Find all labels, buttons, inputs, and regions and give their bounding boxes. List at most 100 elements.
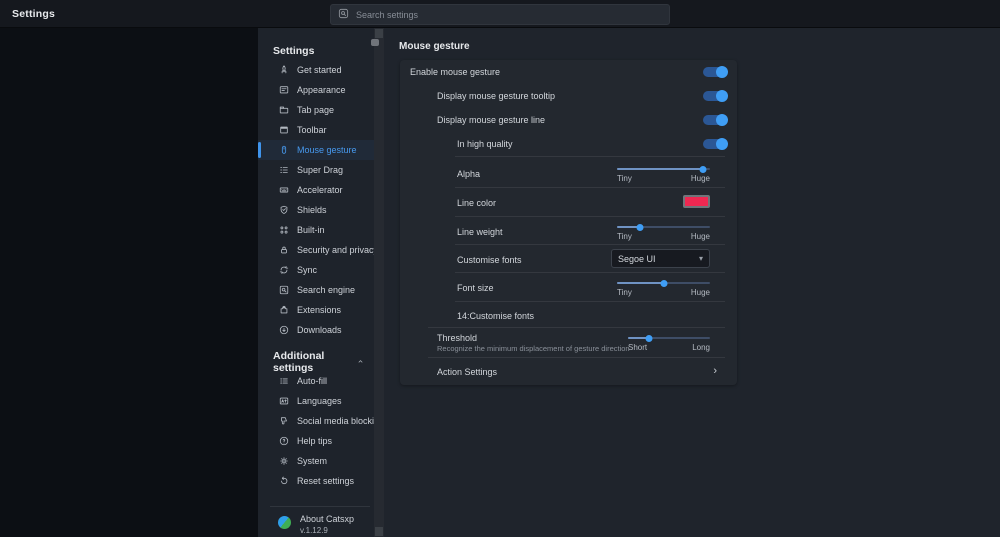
sidebar-item-label: Sync [297,265,317,275]
font-select[interactable]: Segoe UI ▾ [611,249,710,268]
line-weight-slider[interactable]: Tiny Huge [617,226,710,241]
alpha-row: Alpha Tiny Huge [400,157,737,188]
sidebar-item-security-and-privacy[interactable]: Security and privacy [258,240,374,260]
sidebar-scrollbar[interactable] [374,28,384,537]
enable-mouse-gesture-toggle[interactable] [703,67,727,77]
setting-label: Enable mouse gesture [410,67,500,77]
sidebar-item-downloads[interactable]: Downloads [258,320,374,340]
sidebar-item-label: Shields [297,205,327,215]
threshold-slider[interactable]: Short Long [628,337,710,352]
languages-icon [279,396,289,406]
gesture-line-row: Display mouse gesture line [400,108,737,132]
search-square-icon [279,285,289,295]
sidebar-item-accelerator[interactable]: Accelerator [258,180,374,200]
toggle-knob [716,114,728,126]
gear-icon [279,456,289,466]
sidebar-item-label: Get started [297,65,342,75]
slider-thumb[interactable] [660,280,667,287]
sidebar-item-auto-fill[interactable]: Auto-fill [258,371,374,391]
line-color-row: Line color [400,188,737,217]
line-weight-row: Line weight Tiny Huge [400,217,737,245]
gesture-tooltip-row: Display mouse gesture tooltip [400,84,737,108]
sidebar-item-label: Super Drag [297,165,343,175]
sidebar-item-super-drag[interactable]: Super Drag [258,160,374,180]
help-icon [279,436,289,446]
scroll-down-button[interactable] [375,527,383,536]
setting-label: In high quality [457,139,513,149]
sidebar-item-social-media-blocking[interactable]: Social media blocking [258,411,374,431]
line-color-swatch[interactable] [683,195,710,208]
sidebar-item-extensions[interactable]: Extensions [258,300,374,320]
sidebar-item-get-started[interactable]: Get started [258,60,374,80]
slider-min-label: Tiny [617,174,632,183]
setting-label: Font size [457,283,494,293]
rocket-icon [279,65,289,75]
about-catsxp[interactable]: About Catsxp v.1.12.9 [270,506,370,537]
keyboard-icon [279,185,289,195]
sidebar-item-label: Help tips [297,436,332,446]
main-content: Mouse gesture Enable mouse gesture Displ… [384,28,1000,537]
slider-min-label: Tiny [617,232,632,241]
font-select-value: Segoe UI [618,254,656,264]
scroll-up-button[interactable] [375,29,383,38]
enable-mouse-gesture-row: Enable mouse gesture [400,60,737,84]
slider-track[interactable] [628,337,710,339]
toolbar-icon [279,125,289,135]
sidebar-item-appearance[interactable]: Appearance [258,80,374,100]
search-input[interactable] [356,10,662,20]
high-quality-toggle[interactable] [703,139,727,149]
toggle-knob [716,90,728,102]
setting-label: Line weight [457,227,503,237]
sidebar-item-system[interactable]: System [258,451,374,471]
slider-thumb[interactable] [637,224,644,231]
slider-track[interactable] [617,282,710,284]
download-icon [279,325,289,335]
gesture-line-toggle[interactable] [703,115,727,125]
alpha-slider[interactable]: Tiny Huge [617,168,710,183]
action-settings-label: Action Settings [437,367,497,377]
page-title: Mouse gesture [399,41,470,52]
slider-track[interactable] [617,168,710,170]
about-version: v.1.12.9 [300,526,354,535]
sidebar-item-shields[interactable]: Shields [258,200,374,220]
setting-label: Alpha [457,169,480,179]
sidebar-header: Settings [258,42,374,60]
sidebar-item-help-tips[interactable]: Help tips [258,431,374,451]
sidebar: Settings Get started Appearance Tab page… [258,28,374,537]
setting-label: Customise fonts [457,255,522,265]
tab-page-icon [279,105,289,115]
slider-max-label: Huge [691,174,710,183]
settings-search[interactable] [330,4,670,25]
sidebar-item-languages[interactable]: Languages [258,391,374,411]
sidebar-item-label: Downloads [297,325,342,335]
slider-thumb[interactable] [699,166,706,173]
sync-icon [279,265,289,275]
search-icon [338,6,349,24]
chevron-right-icon: › [713,365,717,377]
lock-icon [279,245,289,255]
setting-description: Recognize the minimum displacement of ge… [437,344,630,353]
sidebar-item-label: Auto-fill [297,376,327,386]
sidebar-item-label: Search engine [297,285,355,295]
slider-max-label: Long [692,343,710,352]
slider-fill [617,168,703,170]
sidebar-item-search-engine[interactable]: Search engine [258,280,374,300]
sidebar-item-toolbar[interactable]: Toolbar [258,120,374,140]
slider-thumb[interactable] [645,335,652,342]
sidebar-item-mouse-gesture[interactable]: Mouse gesture [258,140,374,160]
font-preview-label: 14:Customise fonts [457,311,534,321]
gesture-tooltip-toggle[interactable] [703,91,727,101]
sidebar-item-reset-settings[interactable]: Reset settings [258,471,374,491]
setting-label: Display mouse gesture tooltip [437,91,555,101]
toggle-knob [716,66,728,78]
font-size-slider[interactable]: Tiny Huge [617,282,710,297]
action-settings-row[interactable]: Action Settings › [400,358,737,385]
scrollbar-thumb[interactable] [371,39,379,46]
sidebar-item-sync[interactable]: Sync [258,260,374,280]
additional-settings-header[interactable]: Additional settings [258,353,374,371]
sidebar-item-tab-page[interactable]: Tab page [258,100,374,120]
slider-track[interactable] [617,226,710,228]
sidebar-item-built-in[interactable]: Built-in [258,220,374,240]
setting-label: Display mouse gesture line [437,115,545,125]
chevron-down-icon: ▾ [699,254,703,263]
